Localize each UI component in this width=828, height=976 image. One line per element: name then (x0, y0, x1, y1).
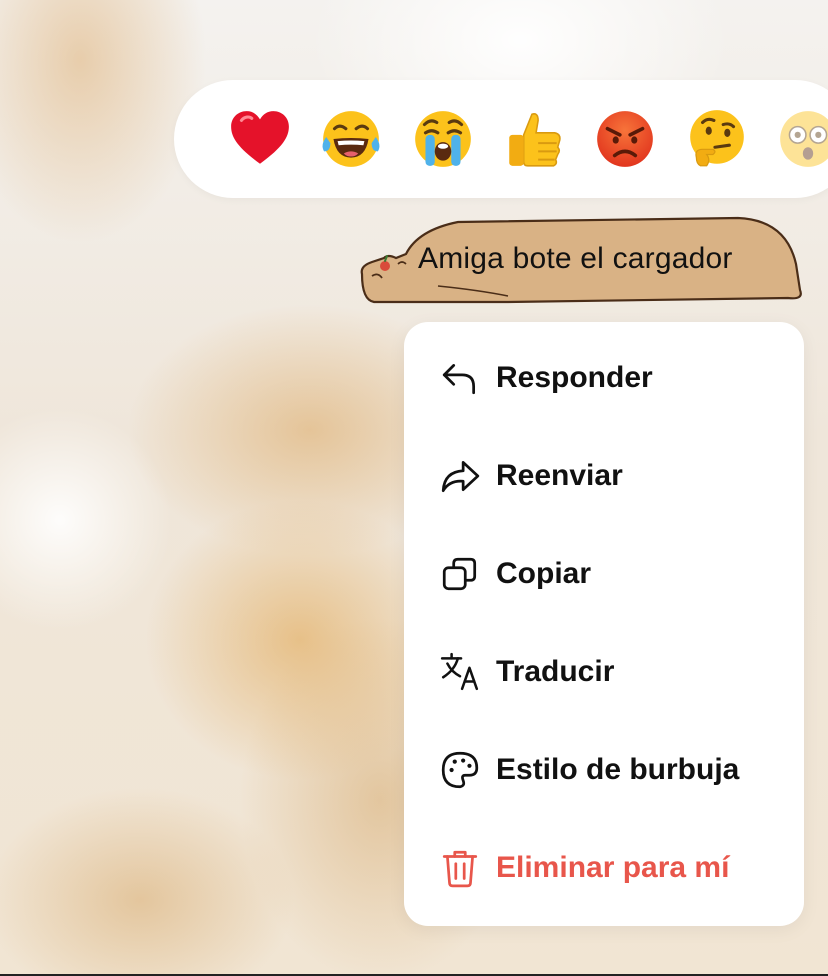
menu-item-forward[interactable]: Reenviar (438, 446, 778, 506)
menu-item-label: Traducir (496, 655, 615, 688)
reaction-angry[interactable] (580, 93, 671, 185)
menu-item-label: Copiar (496, 557, 592, 590)
reaction-astonished[interactable] (763, 93, 828, 185)
thinking-face-icon (690, 110, 744, 167)
reply-icon (442, 364, 476, 395)
palette-icon (441, 751, 479, 789)
message-text: Amiga bote el cargador (418, 242, 733, 275)
menu-item-bubble-style[interactable]: Estilo de burbuja (438, 740, 778, 800)
translate-icon (440, 652, 479, 691)
reaction-tears-of-joy[interactable] (305, 93, 396, 185)
red-heart-icon (230, 111, 289, 164)
menu-item-label: Responder (496, 361, 653, 394)
reaction-thumbs-up[interactable] (488, 93, 579, 185)
menu-item-copy[interactable]: Copiar (438, 544, 778, 604)
trash-icon (442, 850, 478, 888)
tears-of-joy-icon (322, 111, 380, 167)
reaction-thinking[interactable] (671, 93, 762, 185)
angry-face-icon (597, 111, 654, 167)
crying-face-icon (414, 111, 471, 167)
menu-item-label: Estilo de burbuja (496, 753, 740, 786)
message-bubble[interactable]: Amiga bote el cargador (358, 214, 808, 306)
message-context-menu: Responder Reenviar Copiar Traducir Estil… (404, 322, 804, 926)
menu-item-translate[interactable]: Traducir (438, 642, 778, 702)
reaction-crying[interactable] (397, 93, 488, 185)
reaction-heart[interactable] (214, 93, 305, 185)
thumbs-up-icon (509, 113, 561, 167)
menu-item-delete-for-me[interactable]: Eliminar para mí (438, 838, 778, 898)
menu-item-reply[interactable]: Responder (438, 348, 778, 408)
menu-item-label: Reenviar (496, 459, 623, 492)
forward-icon (441, 460, 480, 493)
copy-icon (442, 557, 477, 591)
reaction-bar (174, 80, 828, 198)
screen: Amiga bote el cargador Responder Reenvia… (0, 0, 828, 976)
menu-item-label: Eliminar para mí (496, 851, 730, 884)
astonished-face-icon (780, 111, 828, 167)
